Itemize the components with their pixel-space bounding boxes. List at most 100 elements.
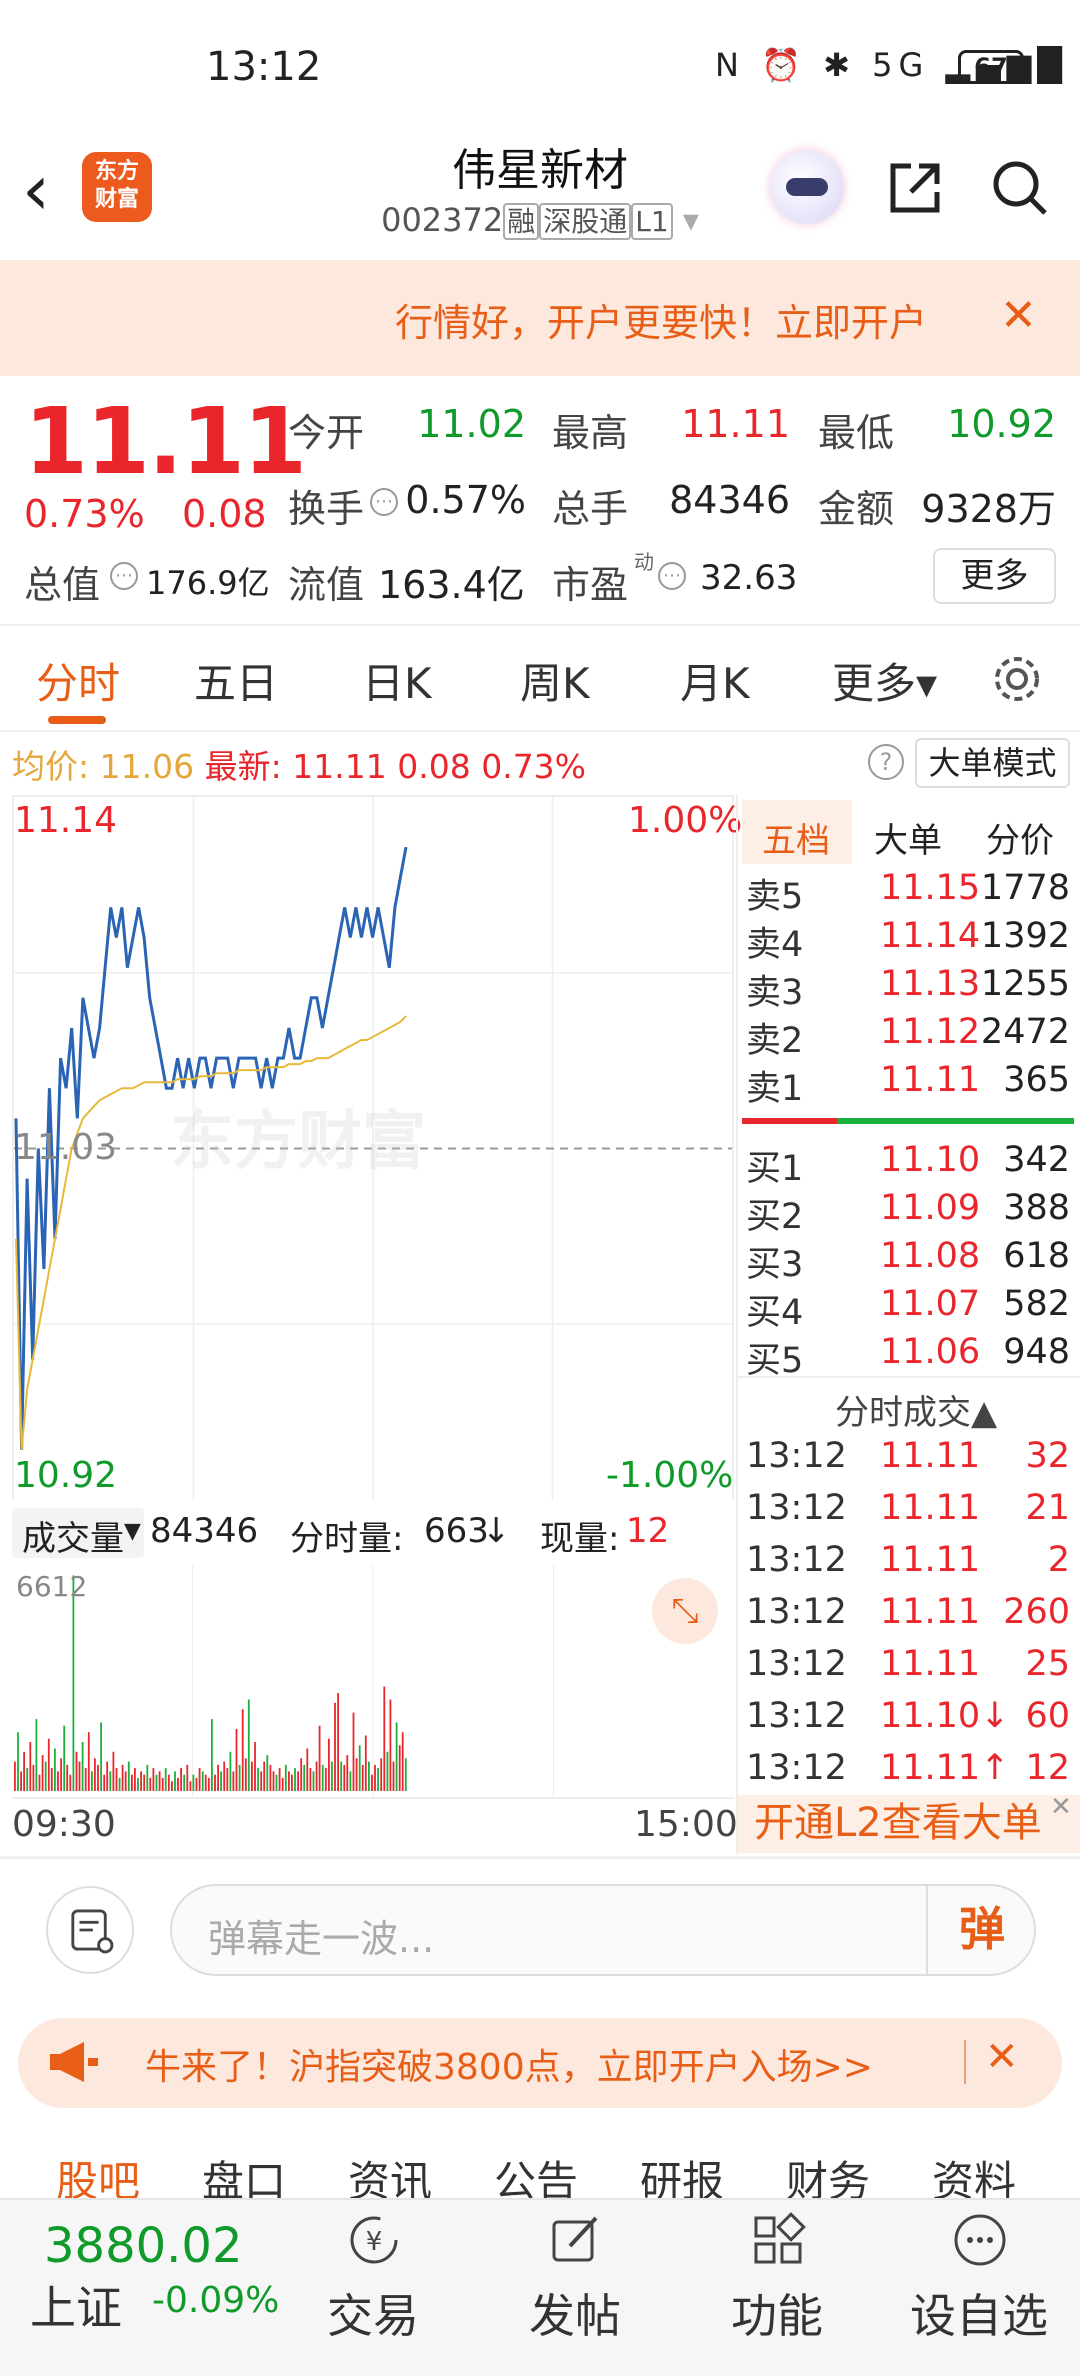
volume-bar bbox=[161, 1777, 164, 1791]
avg-label: 均价: bbox=[12, 747, 90, 786]
tick-row-4-label: 13:12 bbox=[746, 1592, 847, 1632]
field-label-high: 最高 bbox=[552, 411, 629, 455]
sell-level-3[interactable]: 卖3 11.13 1255 bbox=[742, 964, 1074, 1013]
divider bbox=[12, 1797, 734, 1799]
volume-bar bbox=[57, 1771, 59, 1791]
tab-five-day[interactable]: 五日 bbox=[194, 650, 278, 711]
search-icon[interactable] bbox=[990, 158, 1050, 218]
buy-level-2[interactable]: 买2 11.09 388 bbox=[742, 1188, 1074, 1237]
tick-row-7[interactable]: 13:12 11.11↑ 12 bbox=[742, 1748, 1074, 1796]
buy-level-4-volume: 582 bbox=[1003, 1284, 1070, 1324]
chevron-down-icon: ▼ bbox=[124, 1519, 141, 1544]
index-change[interactable]: -0.09% bbox=[152, 2280, 279, 2321]
post-icon[interactable] bbox=[546, 2210, 606, 2270]
ticks-title[interactable]: 分时成交▲ bbox=[835, 1385, 997, 1434]
sell-level-1[interactable]: 卖1 11.11 365 bbox=[742, 1060, 1074, 1109]
sell-level-4[interactable]: 卖4 11.14 1392 bbox=[742, 916, 1074, 965]
volume-bar bbox=[186, 1764, 189, 1791]
volume-bar bbox=[251, 1761, 253, 1791]
status-bar: 13:12 N ⏰ ✱ 5G ▂▄▆█ 67 bbox=[0, 0, 1080, 130]
buy-level-5[interactable]: 买5 11.06 948 bbox=[742, 1332, 1074, 1381]
volume-chart[interactable] bbox=[12, 1565, 734, 1797]
volume-bar bbox=[306, 1748, 309, 1791]
big-order-mode-button[interactable]: 大单模式 bbox=[915, 738, 1070, 788]
volume-bar bbox=[328, 1738, 330, 1791]
tab-more[interactable]: 更多▾ bbox=[832, 650, 937, 711]
divider bbox=[0, 730, 1080, 732]
watchlist-icon[interactable] bbox=[950, 2210, 1010, 2270]
tab-big-orders[interactable]: 大单 bbox=[874, 813, 942, 862]
buy-level-3[interactable]: 买3 11.08 618 bbox=[742, 1236, 1074, 1285]
sell-level-5[interactable]: 卖5 11.15 1778 bbox=[742, 868, 1074, 917]
help-icon[interactable]: ? bbox=[868, 744, 904, 780]
buy-level-5-label: 买5 bbox=[746, 1341, 804, 1381]
tick-row-2[interactable]: 13:12 11.11 21 bbox=[742, 1488, 1074, 1536]
volume-bar bbox=[266, 1755, 269, 1791]
danmu-button[interactable]: 弹 bbox=[926, 1884, 1036, 1976]
nav-function[interactable]: 功能 bbox=[702, 2280, 852, 2346]
tab-price-dist[interactable]: 分价 bbox=[986, 813, 1054, 862]
chevron-down-icon[interactable]: ▾ bbox=[673, 201, 699, 239]
tab-monthly-k[interactable]: 月K bbox=[680, 650, 750, 711]
share-icon[interactable] bbox=[885, 158, 945, 218]
sell-level-2[interactable]: 卖2 11.12 2472 bbox=[742, 1012, 1074, 1061]
open-l2-button[interactable]: 开通L2查看大单 bbox=[738, 1795, 1080, 1853]
xianliang-label: 现量: bbox=[540, 1519, 620, 1559]
tick-row-5[interactable]: 13:12 11.11 25 bbox=[742, 1644, 1074, 1692]
l2-close-icon[interactable]: ✕ bbox=[1050, 1792, 1072, 1822]
promo-text[interactable]: 牛来了！沪指突破3800点，立即开户入场>> bbox=[145, 2038, 873, 2090]
info-icon[interactable]: ⋯ bbox=[110, 562, 138, 590]
function-icon[interactable] bbox=[748, 2210, 808, 2270]
volume-bar bbox=[392, 1761, 395, 1791]
assistant-robot-icon[interactable] bbox=[770, 150, 844, 224]
tick-row-1[interactable]: 13:12 11.11 32 bbox=[742, 1436, 1074, 1484]
down-arrow-icon: ↓ bbox=[482, 1511, 511, 1551]
volume-bar bbox=[60, 1758, 62, 1791]
tab-weekly-k[interactable]: 周K bbox=[520, 650, 590, 711]
info-icon[interactable]: ⋯ bbox=[370, 488, 398, 516]
tick-row-4[interactable]: 13:12 11.11 260 bbox=[742, 1592, 1074, 1640]
volume-bar bbox=[303, 1764, 306, 1791]
buy-level-3-price: 11.08 bbox=[880, 1236, 981, 1276]
index-name[interactable]: 上证 bbox=[30, 2272, 122, 2338]
xianliang-value: 12 bbox=[626, 1511, 670, 1551]
more-fields-button[interactable]: 更多 bbox=[933, 548, 1056, 604]
field-label-low: 最低 bbox=[818, 411, 895, 455]
tab-five-levels[interactable]: 五档 bbox=[762, 813, 830, 862]
tab-intraday[interactable]: 分时 bbox=[36, 650, 120, 711]
sell-level-3-price: 11.13 bbox=[880, 964, 981, 1004]
promo-close-icon[interactable]: ✕ bbox=[985, 2034, 1019, 2080]
volume-bar bbox=[386, 1751, 389, 1791]
danmu-placeholder[interactable]: 弹幕走一波... bbox=[208, 1908, 434, 1963]
banner-text[interactable]: 行情好，开户更要快！立即开户 bbox=[395, 292, 960, 347]
tick-row-3[interactable]: 13:12 11.11 2 bbox=[742, 1540, 1074, 1588]
battery-icon: 67 bbox=[958, 50, 1024, 84]
volume-bar bbox=[75, 1751, 78, 1791]
index-value[interactable]: 3880.02 bbox=[44, 2218, 243, 2274]
sell-level-1-label: 卖1 bbox=[746, 1069, 804, 1109]
sell-level-5-volume: 1778 bbox=[980, 868, 1070, 908]
banner-close-icon[interactable]: ✕ bbox=[1000, 290, 1037, 341]
tick-row-3-label: 13:12 bbox=[746, 1540, 847, 1580]
trade-icon[interactable]: ¥ bbox=[344, 2210, 404, 2270]
info-icon[interactable]: ⋯ bbox=[658, 562, 686, 590]
comment-settings-icon[interactable] bbox=[46, 1886, 134, 1974]
volume-bar bbox=[47, 1738, 50, 1791]
gear-icon[interactable] bbox=[990, 652, 1044, 706]
volume-bar bbox=[171, 1781, 173, 1791]
sell-level-2-label: 卖2 bbox=[746, 1021, 804, 1061]
nav-trade[interactable]: 交易 bbox=[298, 2280, 448, 2346]
tick-row-6[interactable]: 13:12 11.10↓ 60 bbox=[742, 1696, 1074, 1744]
buy-level-4[interactable]: 买4 11.07 582 bbox=[742, 1284, 1074, 1333]
intraday-info-line: 均价: 11.06 最新: 11.11 0.08 0.73% bbox=[12, 740, 586, 788]
volume-bar bbox=[20, 1771, 22, 1791]
tab-daily-k[interactable]: 日K bbox=[362, 650, 432, 711]
buy-level-5-price: 11.06 bbox=[880, 1332, 981, 1372]
chart-watermark: 东方财富 bbox=[170, 1105, 426, 1179]
nav-add-watchlist[interactable]: 设自选 bbox=[904, 2280, 1054, 2346]
volume-bar bbox=[284, 1764, 287, 1791]
volume-bar bbox=[195, 1777, 198, 1791]
nav-post[interactable]: 发帖 bbox=[500, 2280, 650, 2346]
buy-level-1[interactable]: 买1 11.10 342 bbox=[742, 1140, 1074, 1189]
expand-icon[interactable]: ⤡ bbox=[652, 1578, 718, 1644]
